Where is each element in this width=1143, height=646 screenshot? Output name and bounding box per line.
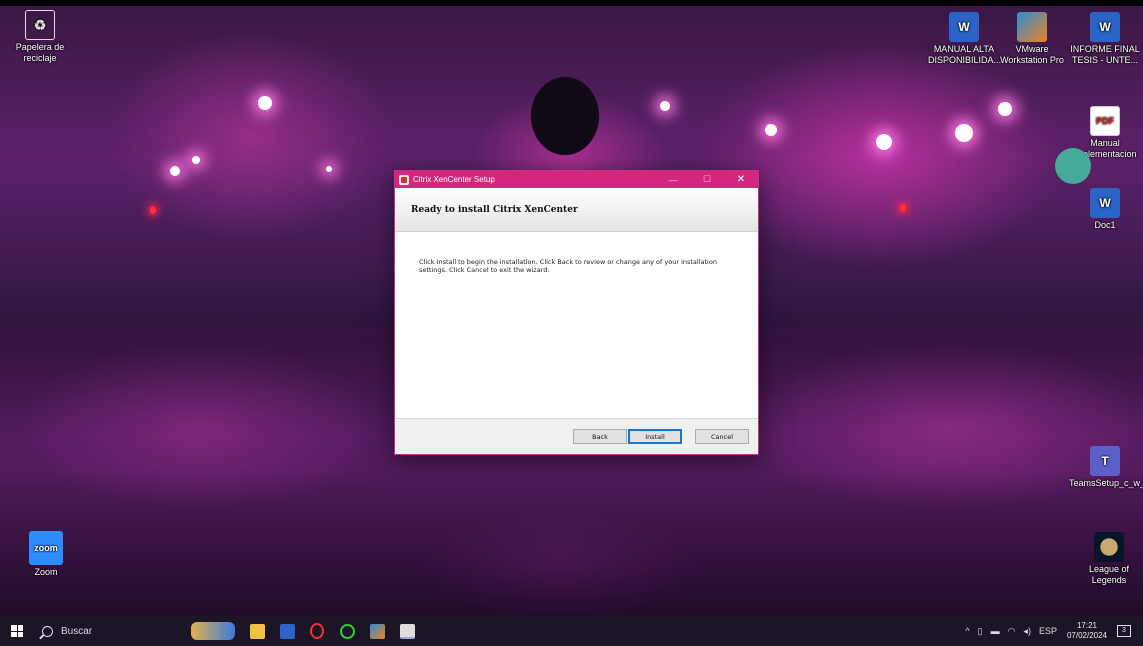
- wallpaper-light: [660, 101, 670, 111]
- cancel-button[interactable]: Cancel: [695, 429, 749, 444]
- battery-icon[interactable]: ▬: [991, 626, 1000, 636]
- volume-icon[interactable]: ◂): [1023, 626, 1031, 637]
- desktop-icon-label: Papelera de reciclaje: [15, 42, 65, 63]
- start-button[interactable]: [0, 616, 34, 646]
- word-doc-icon: W: [1090, 12, 1120, 42]
- taskbar-vmware[interactable]: [362, 616, 392, 646]
- wallpaper-light: [170, 166, 180, 176]
- install-button[interactable]: Install: [628, 429, 682, 444]
- search-highlight-icon: [191, 622, 235, 640]
- word-doc-icon: W: [949, 12, 979, 42]
- wallpaper-light: [998, 102, 1012, 116]
- desktop-icon-teams-setup[interactable]: T TeamsSetup_c_w_: [1069, 446, 1143, 489]
- minimize-button[interactable]: —: [656, 175, 690, 185]
- desktop-icon-label: MANUAL ALTA DISPONIBILIDA...: [928, 44, 1002, 65]
- taskbar-opera[interactable]: [302, 616, 332, 646]
- maximize-button[interactable]: ☐: [690, 174, 724, 185]
- notification-center-icon[interactable]: 3: [1117, 625, 1131, 637]
- desktop-icon-manual-alta[interactable]: W MANUAL ALTA DISPONIBILIDA...: [928, 12, 1002, 66]
- windows-logo-icon: [11, 625, 23, 637]
- desktop-icon-league[interactable]: League of Legends: [1073, 532, 1143, 586]
- wallpaper-light: [326, 166, 332, 172]
- word-doc-icon: W: [1090, 188, 1120, 218]
- taskbar-whatsapp[interactable]: [332, 616, 362, 646]
- wifi-icon[interactable]: ◠: [1008, 626, 1016, 637]
- wallpaper-light: [258, 96, 272, 110]
- whatsapp-icon: [339, 623, 355, 639]
- pdf-icon: PDF: [1090, 106, 1120, 136]
- wallpaper-light: [900, 204, 906, 212]
- wizard-footer: Back Install Cancel: [395, 418, 758, 454]
- window-titlebar[interactable]: Citrix XenCenter Setup — ☐ ✕: [395, 171, 758, 188]
- wallpaper-light: [876, 134, 892, 150]
- clock-time: 17:21: [1076, 621, 1097, 630]
- citrix-setup-icon: [399, 174, 409, 185]
- search-icon: [42, 625, 53, 637]
- taskbar-word[interactable]: [272, 616, 302, 646]
- close-button[interactable]: ✕: [724, 174, 758, 185]
- network-device-icon[interactable]: ▯: [978, 626, 983, 637]
- wizard-body: Click Install to begin the installation.…: [395, 232, 758, 418]
- desktop-icon-doc1[interactable]: W Doc1: [1069, 188, 1141, 231]
- teams-icon: T: [1090, 446, 1120, 476]
- wallpaper-light: [955, 124, 973, 142]
- desktop-icon-label: INFORME FINAL TESIS - UNTE...: [1070, 44, 1140, 65]
- search-placeholder: Buscar: [61, 625, 93, 637]
- wallpaper-light: [150, 206, 156, 214]
- wizard-heading: Ready to install Citrix XenCenter: [411, 204, 578, 215]
- floating-widget-icon[interactable]: [1055, 148, 1091, 184]
- language-indicator[interactable]: ESP: [1039, 626, 1057, 636]
- desktop-icon-label: TeamsSetup_c_w_: [1069, 478, 1143, 488]
- desktop-icon-label: Doc1: [1094, 220, 1116, 230]
- desktop-icon-label: Zoom: [34, 567, 58, 577]
- taskbar-search-highlight[interactable]: [184, 616, 242, 646]
- league-icon: [1094, 532, 1124, 562]
- wizard-instructions: Click Install to begin the installation.…: [419, 258, 717, 274]
- system-tray: ^ ▯ ▬ ◠ ◂) ESP 17:21 07/02/2024 3: [961, 616, 1143, 646]
- vmware-icon: [369, 623, 385, 639]
- taskbar-search[interactable]: Buscar: [34, 616, 184, 646]
- wallpaper-figure: [515, 66, 615, 176]
- taskbar-citrix-setup[interactable]: [392, 616, 422, 646]
- wallpaper-light: [192, 156, 200, 164]
- desktop-icon-zoom[interactable]: zoom Zoom: [10, 531, 82, 578]
- word-icon: [279, 623, 295, 639]
- desktop-icon-recycle-bin[interactable]: ♻ Papelera de reciclaje: [4, 10, 76, 64]
- desktop-icon-label: VMware Workstation Pro: [1000, 44, 1064, 65]
- show-hidden-icons-button[interactable]: ^: [965, 626, 969, 636]
- desktop-icon-label: League of Legends: [1088, 564, 1130, 585]
- desktop-icon-informe-final[interactable]: W INFORME FINAL TESIS - UNTE...: [1069, 12, 1141, 66]
- opera-icon: [310, 623, 324, 639]
- desktop-icon-vmware[interactable]: VMware Workstation Pro: [996, 12, 1068, 66]
- clock[interactable]: 17:21 07/02/2024: [1067, 621, 1107, 641]
- citrix-setup-icon: [399, 623, 415, 639]
- recycle-bin-icon: ♻: [25, 10, 55, 40]
- taskbar-file-explorer[interactable]: [242, 616, 272, 646]
- zoom-icon: zoom: [29, 531, 63, 565]
- clock-date: 07/02/2024: [1066, 631, 1107, 640]
- vmware-icon: [1017, 12, 1047, 42]
- wallpaper-light: [765, 124, 777, 136]
- window-title: Citrix XenCenter Setup: [413, 175, 495, 184]
- folder-icon: [249, 623, 265, 639]
- taskbar: Buscar ^ ▯ ▬ ◠ ◂) ESP 17:21 07/02/2024 3: [0, 616, 1143, 646]
- wizard-header: Ready to install Citrix XenCenter: [395, 188, 758, 232]
- installer-window: Citrix XenCenter Setup — ☐ ✕ Ready to in…: [394, 170, 759, 455]
- back-button[interactable]: Back: [573, 429, 627, 444]
